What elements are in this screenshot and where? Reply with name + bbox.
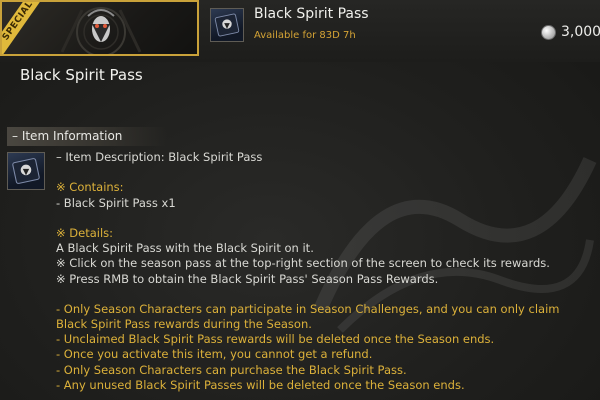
note-line: - Once you activate this item, you canno… (56, 347, 373, 362)
note-line: - Only Season Characters can participate… (56, 301, 560, 316)
price-value: 3,000 (561, 24, 600, 40)
note-line: - Any unused Black Spirit Passes will be… (56, 377, 465, 392)
details-line: ※ Press RMB to obtain the Black Spirit P… (56, 271, 439, 286)
item-description-block: – Item Description: Black Spirit Pass ※ … (56, 150, 596, 393)
item-tooltip-screen: SPECIAL Black Spirit Pass Available for … (0, 0, 600, 400)
note-line: Black Spirit Pass rewards during the Sea… (56, 317, 312, 332)
details-line: A Black Spirit Pass with the Black Spiri… (56, 241, 314, 256)
item-description: – Item Description: Black Spirit Pass (56, 150, 263, 164)
special-banner[interactable]: SPECIAL (0, 0, 199, 56)
details-label: ※ Details: (56, 225, 114, 240)
contains-label: ※ Contains: (56, 180, 124, 195)
item-icon (7, 152, 45, 190)
page-title: Black Spirit Pass (20, 66, 143, 84)
black-spirit-pass-icon[interactable] (210, 8, 244, 42)
availability-text: Available for 83D 7h (254, 30, 356, 41)
note-line: - Only Season Characters can purchase th… (56, 362, 407, 377)
silver-coin-icon (541, 24, 556, 40)
details-line: ※ Click on the season pass at the top-ri… (56, 256, 550, 271)
contains-item: - Black Spirit Pass x1 (56, 195, 176, 210)
section-item-information: – Item Information (12, 129, 123, 143)
price-display: 3,000 (541, 24, 600, 40)
note-line: - Unclaimed Black Spirit Pass rewards wi… (56, 332, 495, 347)
pass-title: Black Spirit Pass (254, 6, 369, 22)
